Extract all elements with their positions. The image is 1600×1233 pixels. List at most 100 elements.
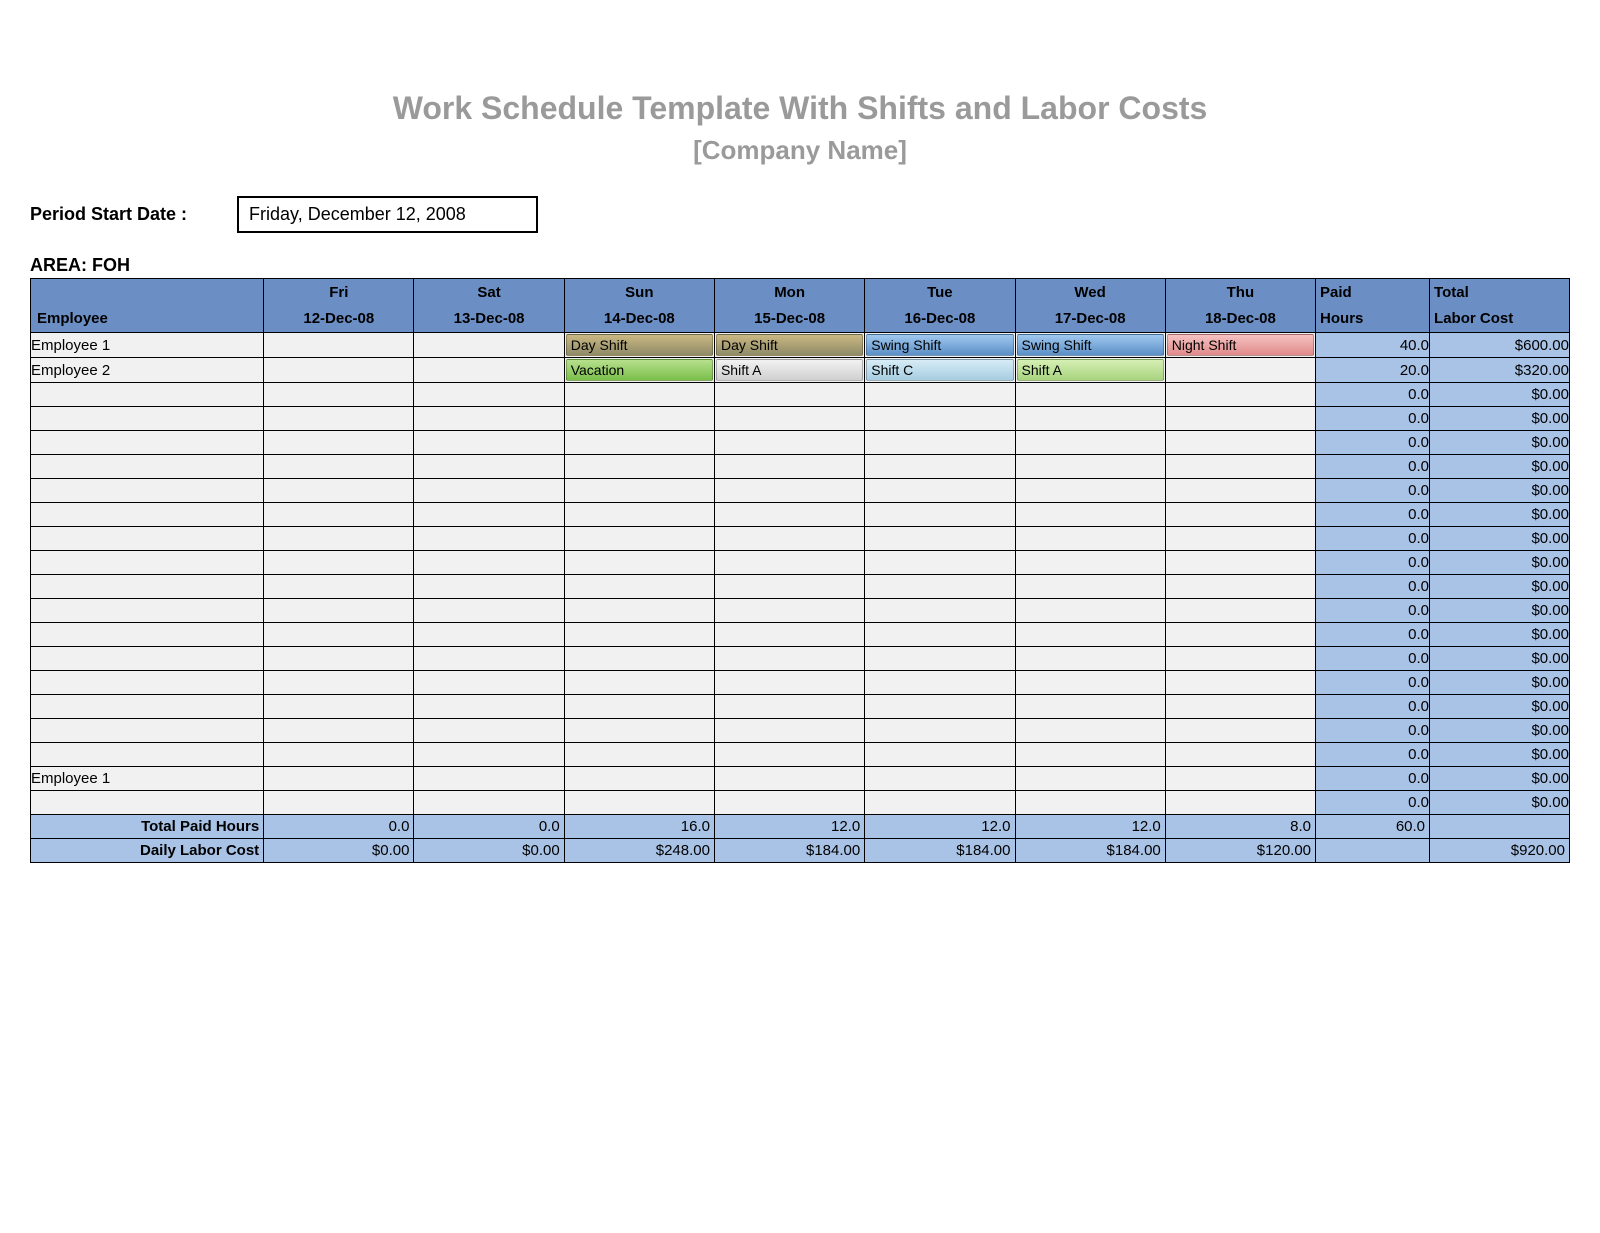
day-cell[interactable] <box>865 503 1015 527</box>
day-cell[interactable] <box>714 503 864 527</box>
day-cell[interactable] <box>1015 743 1165 767</box>
day-cell[interactable] <box>1015 599 1165 623</box>
day-cell[interactable] <box>414 623 564 647</box>
day-cell[interactable] <box>714 551 864 575</box>
day-cell[interactable] <box>714 743 864 767</box>
day-cell[interactable]: Day Shift <box>564 333 714 358</box>
day-cell[interactable] <box>564 527 714 551</box>
day-cell[interactable] <box>714 719 864 743</box>
employee-cell[interactable] <box>31 647 264 671</box>
day-cell[interactable] <box>1165 527 1315 551</box>
day-cell[interactable] <box>1165 455 1315 479</box>
employee-cell[interactable]: Employee 1 <box>31 767 264 791</box>
employee-cell[interactable]: Employee 2 <box>31 358 264 383</box>
day-cell[interactable] <box>564 599 714 623</box>
day-cell[interactable] <box>1165 671 1315 695</box>
shift-badge[interactable]: Shift A <box>716 359 863 381</box>
day-cell[interactable] <box>1165 695 1315 719</box>
day-cell[interactable] <box>1015 647 1165 671</box>
day-cell[interactable] <box>414 407 564 431</box>
day-cell[interactable] <box>414 503 564 527</box>
day-cell[interactable] <box>564 791 714 815</box>
day-cell[interactable] <box>414 599 564 623</box>
day-cell[interactable] <box>865 623 1015 647</box>
day-cell[interactable] <box>865 575 1015 599</box>
day-cell[interactable] <box>865 719 1015 743</box>
day-cell[interactable] <box>1165 791 1315 815</box>
day-cell[interactable] <box>564 407 714 431</box>
day-cell[interactable] <box>714 455 864 479</box>
day-cell[interactable] <box>865 383 1015 407</box>
employee-cell[interactable] <box>31 743 264 767</box>
day-cell[interactable] <box>264 575 414 599</box>
day-cell[interactable] <box>865 431 1015 455</box>
day-cell[interactable] <box>714 647 864 671</box>
day-cell[interactable] <box>865 407 1015 431</box>
day-cell[interactable] <box>714 671 864 695</box>
day-cell[interactable] <box>1165 431 1315 455</box>
day-cell[interactable] <box>414 431 564 455</box>
shift-badge[interactable]: Night Shift <box>1167 334 1314 356</box>
day-cell[interactable] <box>865 671 1015 695</box>
day-cell[interactable]: Swing Shift <box>865 333 1015 358</box>
employee-cell[interactable] <box>31 383 264 407</box>
day-cell[interactable] <box>564 671 714 695</box>
day-cell[interactable] <box>264 791 414 815</box>
day-cell[interactable] <box>1165 383 1315 407</box>
day-cell[interactable] <box>264 358 414 383</box>
day-cell[interactable] <box>264 695 414 719</box>
day-cell[interactable] <box>1015 407 1165 431</box>
day-cell[interactable] <box>264 671 414 695</box>
day-cell[interactable] <box>264 333 414 358</box>
shift-badge[interactable]: Shift C <box>866 359 1013 381</box>
employee-cell[interactable] <box>31 791 264 815</box>
day-cell[interactable] <box>1165 743 1315 767</box>
day-cell[interactable] <box>264 743 414 767</box>
day-cell[interactable] <box>264 719 414 743</box>
day-cell[interactable]: Shift A <box>714 358 864 383</box>
day-cell[interactable] <box>865 767 1015 791</box>
employee-cell[interactable] <box>31 599 264 623</box>
day-cell[interactable] <box>414 767 564 791</box>
day-cell[interactable] <box>1015 551 1165 575</box>
shift-badge[interactable]: Day Shift <box>566 334 713 356</box>
day-cell[interactable] <box>414 695 564 719</box>
day-cell[interactable] <box>1015 503 1165 527</box>
day-cell[interactable] <box>564 623 714 647</box>
day-cell[interactable] <box>414 551 564 575</box>
day-cell[interactable] <box>564 719 714 743</box>
day-cell[interactable] <box>714 479 864 503</box>
day-cell[interactable] <box>1015 671 1165 695</box>
day-cell[interactable] <box>264 527 414 551</box>
day-cell[interactable] <box>1165 407 1315 431</box>
day-cell[interactable] <box>1015 431 1165 455</box>
day-cell[interactable]: Shift C <box>865 358 1015 383</box>
day-cell[interactable] <box>865 527 1015 551</box>
day-cell[interactable] <box>564 455 714 479</box>
day-cell[interactable]: Day Shift <box>714 333 864 358</box>
day-cell[interactable]: Night Shift <box>1165 333 1315 358</box>
day-cell[interactable] <box>414 383 564 407</box>
day-cell[interactable] <box>414 647 564 671</box>
day-cell[interactable] <box>414 719 564 743</box>
day-cell[interactable] <box>714 599 864 623</box>
employee-cell[interactable] <box>31 671 264 695</box>
day-cell[interactable] <box>414 333 564 358</box>
day-cell[interactable] <box>714 527 864 551</box>
day-cell[interactable] <box>714 407 864 431</box>
employee-cell[interactable]: Employee 1 <box>31 333 264 358</box>
day-cell[interactable] <box>1165 575 1315 599</box>
day-cell[interactable] <box>1165 358 1315 383</box>
day-cell[interactable] <box>714 431 864 455</box>
day-cell[interactable] <box>264 383 414 407</box>
employee-cell[interactable] <box>31 455 264 479</box>
day-cell[interactable] <box>564 503 714 527</box>
day-cell[interactable] <box>264 647 414 671</box>
day-cell[interactable] <box>714 575 864 599</box>
day-cell[interactable] <box>414 743 564 767</box>
employee-cell[interactable] <box>31 431 264 455</box>
day-cell[interactable] <box>564 767 714 791</box>
day-cell[interactable]: Swing Shift <box>1015 333 1165 358</box>
day-cell[interactable] <box>1015 695 1165 719</box>
day-cell[interactable] <box>264 455 414 479</box>
